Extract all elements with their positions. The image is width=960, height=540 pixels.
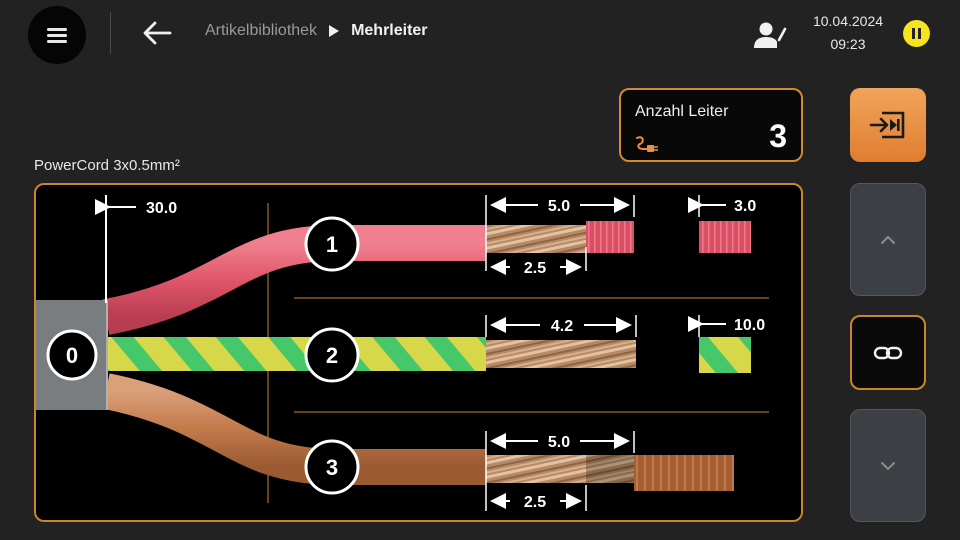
menu-icon	[47, 28, 67, 43]
wire-3-badge[interactable]: 3	[304, 439, 360, 495]
chevron-up-icon	[881, 235, 895, 244]
conductor-count-value: 3	[769, 118, 787, 154]
menu-button[interactable]	[28, 6, 86, 64]
date-time: 10.04.2024 09:23	[800, 10, 896, 56]
cable-diagram: 30.0 5.0 2.5 3.0 4.2 10.0 5.0 2.5 0 1 2 …	[36, 195, 769, 511]
wire-3	[102, 373, 486, 485]
wire-2-end-piece[interactable]	[699, 337, 751, 373]
link-button[interactable]	[850, 315, 926, 390]
jacket-strip-length[interactable]: 30.0	[146, 200, 177, 217]
breadcrumb-parent-link[interactable]: Artikelbibliothek	[205, 22, 317, 40]
wire-2-strip-total[interactable]: 4.2	[551, 318, 573, 335]
wire-2	[106, 337, 486, 371]
arrow-left-icon	[143, 21, 172, 45]
import-icon	[869, 111, 905, 139]
wire-1-strip-partial[interactable]: 2.5	[524, 260, 546, 277]
date-text: 10.04.2024	[812, 13, 884, 29]
header-divider	[110, 12, 111, 54]
jacket-number: 0	[66, 343, 78, 368]
wire-2-badge[interactable]: 2	[304, 327, 360, 383]
breadcrumb-current: Mehrleiter	[351, 22, 428, 39]
scroll-down-button[interactable]	[850, 409, 926, 522]
user-edit-icon[interactable]	[752, 20, 788, 50]
breadcrumb: Artikelbibliothek Mehrleiter	[205, 22, 428, 40]
conductor-count-label: Anzahl Leiter	[635, 103, 729, 120]
wire-3-stripped-core	[486, 455, 586, 483]
breadcrumb-separator-icon	[329, 25, 340, 37]
wire-1-stripped-core	[486, 225, 586, 253]
chevron-down-icon	[881, 461, 895, 470]
wire-1-end-length[interactable]: 3.0	[734, 198, 756, 215]
wire-3-strip-partial[interactable]: 2.5	[524, 494, 546, 511]
pause-icon[interactable]	[903, 20, 930, 47]
import-button[interactable]	[850, 88, 926, 162]
wire-3-strip-total[interactable]: 5.0	[548, 434, 570, 451]
wire-1-insulation-piece	[586, 221, 634, 253]
wire-2-number: 2	[326, 343, 338, 368]
wire-1-badge[interactable]: 1	[304, 216, 360, 272]
conductor-count-box[interactable]: Anzahl Leiter 3	[619, 88, 803, 162]
cable-name: PowerCord 3x0.5mm²	[34, 157, 180, 174]
wire-2-stripped-core	[486, 340, 636, 368]
wire-1-strip-total[interactable]: 5.0	[548, 198, 570, 215]
wire-3-end-piece[interactable]	[634, 455, 734, 491]
time-text: 09:23	[830, 36, 866, 52]
scroll-up-button[interactable]	[850, 183, 926, 296]
plug-icon	[636, 136, 658, 152]
cable-diagram-panel: 30.0 5.0 2.5 3.0 4.2 10.0 5.0 2.5 0 1 2 …	[34, 183, 803, 522]
wire-1-end-piece[interactable]	[699, 221, 751, 253]
wire-1	[102, 225, 486, 335]
back-button[interactable]	[138, 14, 176, 52]
wire-3-stripped-core-2	[586, 455, 634, 483]
link-icon	[873, 346, 903, 359]
wire-2-end-length[interactable]: 10.0	[734, 317, 765, 334]
jacket-badge[interactable]: 0	[46, 329, 98, 381]
wire-1-number: 1	[326, 232, 338, 257]
wire-3-number: 3	[326, 455, 338, 480]
top-bar: Artikelbibliothek Mehrleiter 10.04.2024 …	[0, 0, 960, 78]
